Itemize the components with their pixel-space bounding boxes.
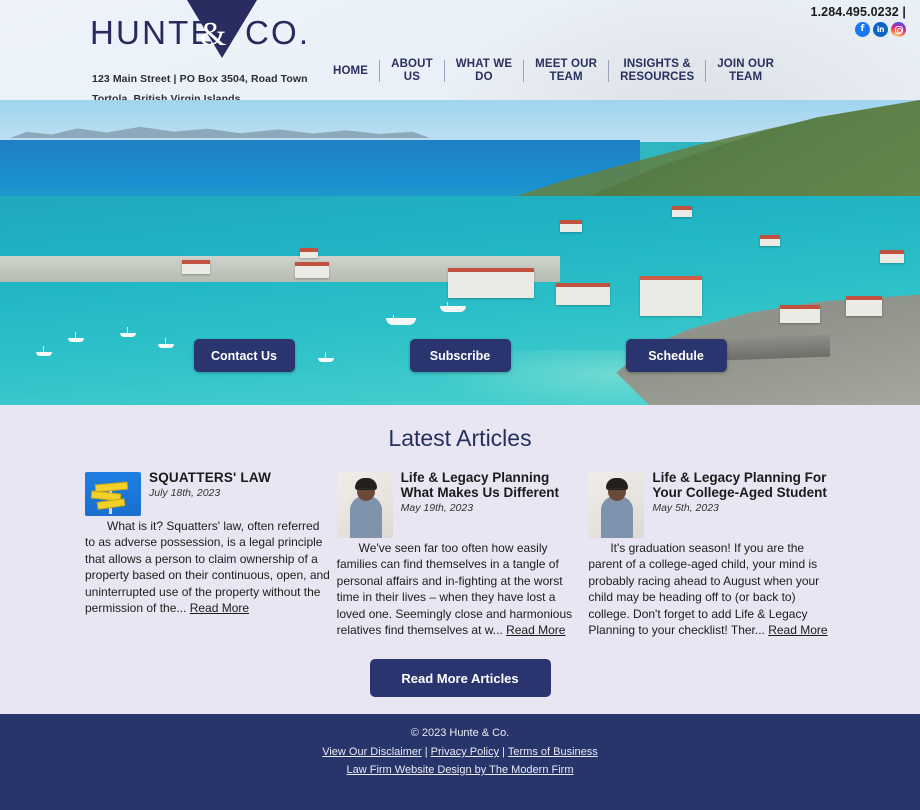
article-excerpt: It's graduation season! If you are the p… [588, 540, 835, 638]
footer-link-separator: | [499, 746, 508, 758]
article-header: Life & Legacy Planning For Your College-… [588, 469, 835, 540]
address-line-2: Tortola, British Virgin Islands [92, 93, 241, 100]
header-topbar: 1.284.495.0232 | f in [811, 5, 906, 37]
nav-item-what-we-do[interactable]: WHAT WE DO [445, 58, 523, 84]
site-footer: © 2023 Hunte & Co. View Our Disclaimer |… [0, 714, 920, 810]
footer-credit: Law Firm Website Design by The Modern Fi… [0, 764, 920, 776]
article-header: Life & Legacy Planning What Makes Us Dif… [336, 469, 584, 540]
articles-columns: SQUATTERS' LAW July 18th, 2023 What is i… [0, 469, 920, 638]
social-links: f in [811, 22, 906, 37]
nav-item-insights-resources[interactable]: INSIGHTS & RESOURCES [609, 58, 705, 84]
hero-hillside-house [560, 220, 582, 232]
facebook-icon[interactable]: f [855, 22, 870, 37]
main-navigation: HOME ABOUT US WHAT WE DO MEET OUR TEAM I… [322, 58, 785, 84]
linkedin-icon[interactable]: in [873, 22, 888, 37]
contact-us-button[interactable]: Contact Us [193, 339, 295, 372]
article-excerpt: What is it? Squatters' law, often referr… [85, 518, 332, 616]
hero-banner: Contact Us Subscribe Schedule [0, 100, 920, 405]
nav-item-join-our-team[interactable]: JOIN OUR TEAM [706, 58, 785, 84]
footer-links: View Our Disclaimer | Privacy Policy | T… [0, 746, 920, 758]
site-header: 1.284.495.0232 | f in HUNTE & CO. 123 Ma… [0, 0, 920, 100]
article-card-2: Life & Legacy Planning What Makes Us Dif… [336, 469, 584, 638]
footer-link-disclaimer[interactable]: View Our Disclaimer [322, 746, 421, 758]
article-card-3: Life & Legacy Planning For Your College-… [588, 469, 835, 638]
phone-number[interactable]: 1.284.495.0232 | [811, 5, 906, 19]
nav-item-meet-our-team[interactable]: MEET OUR TEAM [524, 58, 608, 84]
nav-item-home[interactable]: HOME [322, 65, 379, 78]
hero-building [182, 260, 210, 274]
instagram-icon[interactable] [891, 22, 906, 37]
logo-word-co: CO. [245, 14, 311, 51]
hero-hillside-house [880, 250, 904, 263]
page-root: 1.284.495.0232 | f in HUNTE & CO. 123 Ma… [0, 0, 920, 810]
latest-articles-section: Latest Articles SQUATTERS' LAW July 18th… [0, 405, 920, 714]
hero-ferry [386, 315, 416, 325]
copyright-text: © 2023 Hunte & Co. [410, 727, 510, 739]
read-more-articles-button[interactable]: Read More Articles [369, 659, 551, 698]
read-more-link[interactable]: Read More [506, 623, 565, 637]
article-excerpt: We've seen far too often how easily fami… [337, 540, 584, 638]
subscribe-button[interactable]: Subscribe [409, 339, 511, 372]
hero-building [556, 283, 610, 305]
hero-sailboat [120, 327, 136, 337]
site-logo[interactable]: HUNTE & CO. 123 Main Street | PO Box 350… [88, 0, 318, 100]
schedule-button[interactable]: Schedule [625, 339, 727, 372]
footer-credit-link[interactable]: Law Firm Website Design by The Modern Fi… [347, 764, 574, 776]
hero-cta-row: Contact Us Subscribe Schedule [0, 339, 920, 372]
footer-link-separator: | [421, 746, 431, 758]
logo-wordmark: HUNTE & CO. [88, 0, 318, 58]
read-more-link[interactable]: Read More [768, 623, 827, 637]
hero-hillside-house [760, 235, 780, 246]
hero-building [295, 262, 329, 278]
footer-link-terms-of-business[interactable]: Terms of Business [508, 746, 598, 758]
hero-hillside-house [300, 248, 318, 258]
hero-ferry [440, 302, 466, 312]
article-header: SQUATTERS' LAW July 18th, 2023 [85, 469, 332, 518]
read-more-link[interactable]: Read More [190, 601, 249, 615]
article-card-1: SQUATTERS' LAW July 18th, 2023 What is i… [85, 469, 332, 638]
address-line-1: 123 Main Street | PO Box 3504, Road Town [92, 73, 308, 85]
footer-link-privacy-policy[interactable]: Privacy Policy [431, 746, 499, 758]
hero-building [780, 305, 820, 323]
nav-item-about-us[interactable]: ABOUT US [380, 58, 444, 84]
hero-building-hospital [640, 276, 702, 316]
article-thumbnail-signpost-icon[interactable] [85, 472, 141, 516]
read-more-articles-wrap: Read More Articles [0, 659, 920, 698]
logo-ampersand: & [200, 16, 227, 53]
article-thumbnail-portrait-icon[interactable] [336, 472, 393, 538]
section-title: Latest Articles [388, 425, 532, 451]
hero-building-large [448, 268, 534, 298]
hero-hillside-house [672, 206, 692, 217]
article-thumbnail-portrait-icon[interactable] [588, 472, 645, 538]
hero-building [846, 296, 882, 316]
